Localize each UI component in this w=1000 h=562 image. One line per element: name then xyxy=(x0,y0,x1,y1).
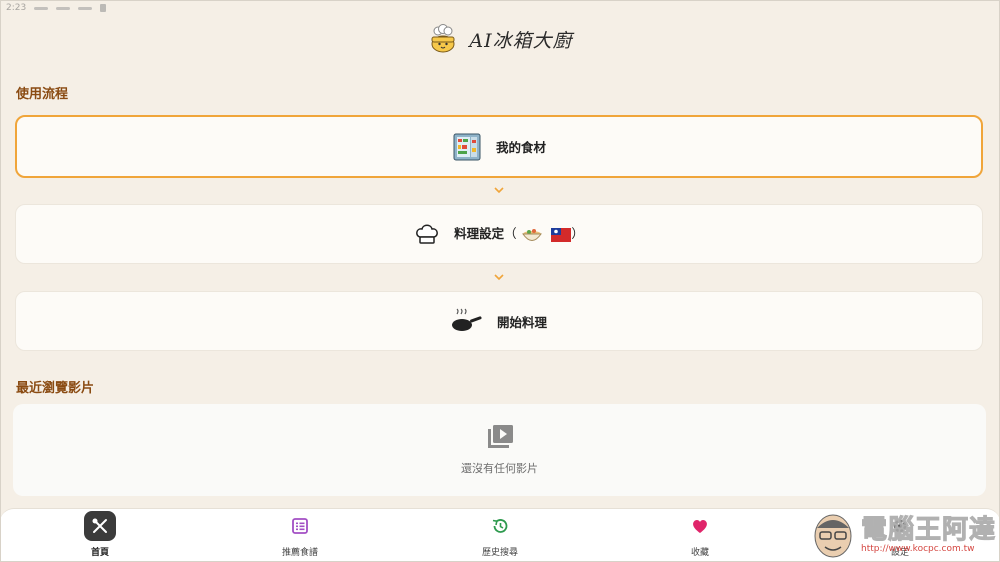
heart-icon xyxy=(693,520,707,533)
step-start-cooking[interactable]: 開始料理 xyxy=(15,291,983,351)
nav-icon-container xyxy=(284,511,316,541)
mascot-face-icon xyxy=(814,514,852,558)
step-label: 料理設定（ ） xyxy=(454,223,584,245)
watermark: 電腦王阿達 http://www.kocpc.com.tw xyxy=(811,510,996,560)
nav-label: 收藏 xyxy=(690,548,709,558)
nav-icon-container xyxy=(684,511,716,541)
nav-icon-container xyxy=(484,511,516,541)
step-label: 我的食材 xyxy=(495,140,546,155)
nav-item-search-history[interactable]: 歷史搜尋 xyxy=(400,509,600,562)
status-indicator xyxy=(78,6,93,10)
section-title-workflow: 使用流程 xyxy=(16,87,69,102)
nav-label: 歷史搜尋 xyxy=(481,548,518,558)
step-my-ingredients[interactable]: 我的食材 xyxy=(15,115,983,178)
chevron-down-icon xyxy=(494,187,504,194)
fork-knife-icon xyxy=(92,518,107,533)
nav-label: 首頁 xyxy=(90,548,109,558)
chef-hat-icon xyxy=(416,224,439,244)
nav-icon-container xyxy=(84,511,116,541)
watermark-text: 電腦王阿達 http://www.kocpc.com.tw xyxy=(860,515,996,555)
step-cooking-settings[interactable]: 料理設定（ ） xyxy=(15,204,983,264)
status-indicator xyxy=(56,6,71,10)
fridge-icon xyxy=(453,133,481,160)
status-indicator xyxy=(34,6,49,10)
empty-state-text: 還沒有任何影片 xyxy=(461,462,538,475)
status-time: 2:23 xyxy=(6,3,27,13)
watermark-title: 電腦王阿達 xyxy=(860,515,996,545)
nav-item-home[interactable]: 首頁 xyxy=(0,509,200,562)
status-indicator xyxy=(100,4,107,12)
watermark-url: http://www.kocpc.com.tw xyxy=(860,544,975,554)
step-label: 開始料理 xyxy=(496,314,547,330)
section-title-recent-videos: 最近瀏覽影片 xyxy=(16,381,95,396)
recent-videos-empty-state: 還沒有任何影片 xyxy=(13,404,986,496)
taiwan-flag-icon xyxy=(551,227,572,242)
video-library-icon xyxy=(487,425,513,448)
nav-item-recommended-recipes[interactable]: 推薦食譜 xyxy=(200,509,400,562)
app-title: AI冰箱大廚 xyxy=(469,29,573,52)
app-header: AI冰箱大廚 xyxy=(0,24,1000,54)
chef-pot-icon xyxy=(431,24,455,53)
status-bar: 2:23 xyxy=(6,2,107,14)
chevron-down-icon xyxy=(494,274,504,281)
frying-pan-icon xyxy=(451,308,482,331)
history-icon xyxy=(492,519,508,533)
recipe-list-icon xyxy=(292,518,308,534)
food-bowl-icon xyxy=(522,228,542,241)
nav-label: 推薦食譜 xyxy=(281,548,318,558)
nav-item-favorites[interactable]: 收藏 xyxy=(600,509,800,562)
